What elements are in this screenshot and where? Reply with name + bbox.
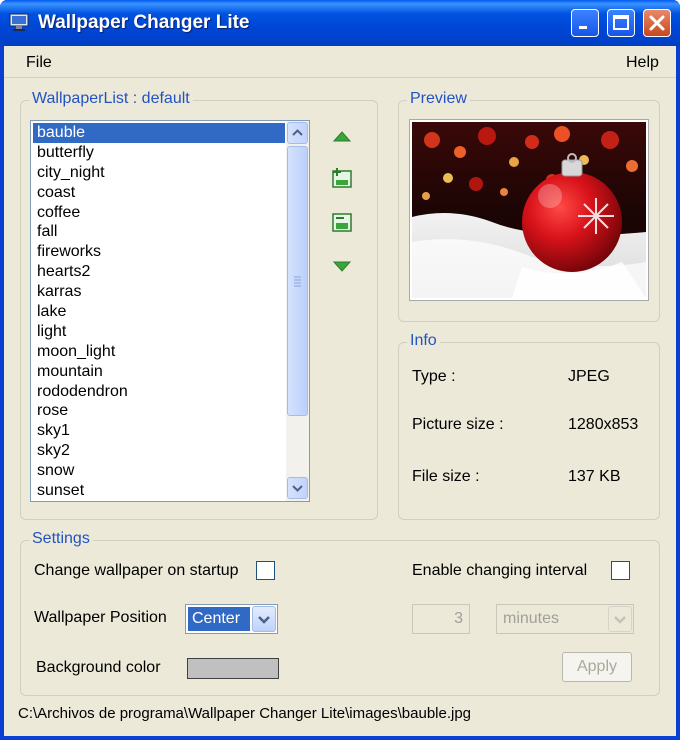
- list-item[interactable]: moon_light: [33, 342, 285, 362]
- list-item[interactable]: bauble: [33, 123, 285, 143]
- minimize-button[interactable]: [571, 9, 599, 37]
- file-size-label: File size :: [412, 468, 480, 485]
- close-icon: [649, 15, 665, 31]
- info-group-label: Info: [407, 332, 440, 350]
- grip-icon: [294, 276, 301, 287]
- menu-file[interactable]: File: [26, 54, 52, 72]
- startup-label: Change wallpaper on startup: [34, 562, 239, 579]
- apply-button[interactable]: Apply: [562, 652, 632, 682]
- interval-unit-select[interactable]: minutes: [496, 604, 634, 634]
- preview-image: [409, 119, 649, 301]
- background-color-swatch[interactable]: [187, 658, 279, 679]
- move-up-button[interactable]: [330, 124, 354, 148]
- type-label: Type :: [412, 368, 456, 385]
- list-item[interactable]: rose: [33, 401, 285, 421]
- interval-label: Enable changing interval: [412, 562, 588, 579]
- interval-checkbox[interactable]: [611, 561, 630, 580]
- chevron-down-icon: [292, 485, 303, 492]
- list-item[interactable]: sky2: [33, 441, 285, 461]
- arrow-down-icon: [332, 261, 352, 272]
- wallpaper-list-group-label: WallpaperList : default: [29, 90, 193, 108]
- list-item[interactable]: hearts2: [33, 262, 285, 282]
- list-item[interactable]: coffee: [33, 203, 285, 223]
- position-select-value: Center: [188, 607, 250, 631]
- position-dropdown-button[interactable]: [252, 606, 276, 632]
- list-item[interactable]: coast: [33, 183, 285, 203]
- list-item[interactable]: city_night: [33, 163, 285, 183]
- picture-size-value: 1280x853: [568, 416, 639, 433]
- remove-wallpaper-button[interactable]: [330, 210, 354, 234]
- wallpaper-listbox[interactable]: bauble butterfly city_night coast coffee fall…: [30, 120, 310, 502]
- preview-group-label: Preview: [407, 90, 470, 108]
- window-title: Wallpaper Changer Lite: [38, 12, 250, 33]
- position-label: Wallpaper Position: [34, 609, 167, 626]
- scroll-down-button[interactable]: [287, 477, 308, 499]
- list-vertical-scrollbar[interactable]: [286, 121, 309, 501]
- chevron-up-icon: [292, 129, 303, 136]
- bauble-ornament-picture: [412, 122, 646, 298]
- client-area: File Help WallpaperList : default bauble…: [4, 46, 676, 736]
- list-item[interactable]: lake: [33, 302, 285, 322]
- list-item[interactable]: fireworks: [33, 242, 285, 262]
- interval-unit-dropdown-button[interactable]: [608, 606, 632, 632]
- move-down-button[interactable]: [330, 254, 354, 278]
- maximize-button[interactable]: [607, 9, 635, 37]
- interval-value-field[interactable]: 3: [412, 604, 470, 634]
- type-value: JPEG: [568, 368, 610, 385]
- interval-unit-value: minutes: [503, 610, 560, 627]
- scroll-up-button[interactable]: [287, 122, 308, 144]
- menu-bar: File Help: [4, 46, 676, 78]
- startup-checkbox[interactable]: [256, 561, 275, 580]
- scroll-thumb[interactable]: [287, 146, 308, 416]
- wallpaper-list-items: bauble butterfly city_night coast coffee fall…: [33, 123, 285, 501]
- list-item[interactable]: light: [33, 322, 285, 342]
- add-image-icon: [332, 168, 352, 188]
- list-item[interactable]: rododendron: [33, 382, 285, 402]
- background-color-label: Background color: [36, 659, 161, 676]
- picture-size-label: Picture size :: [412, 416, 504, 433]
- arrow-up-icon: [332, 131, 352, 142]
- list-item[interactable]: snow: [33, 461, 285, 481]
- remove-image-icon: [332, 213, 352, 232]
- chevron-down-icon: [258, 616, 270, 624]
- maximize-icon: [613, 15, 629, 30]
- position-select[interactable]: Center: [185, 604, 278, 634]
- list-item[interactable]: karras: [33, 282, 285, 302]
- monitor-icon: [9, 13, 29, 31]
- settings-group-label: Settings: [29, 530, 93, 548]
- app-window: Wallpaper Changer Lite File Help Wallpap…: [0, 0, 680, 740]
- list-item[interactable]: sunset: [33, 481, 285, 501]
- status-path: C:\Archivos de programa\Wallpaper Change…: [18, 705, 472, 722]
- list-item[interactable]: butterfly: [33, 143, 285, 163]
- menu-help[interactable]: Help: [626, 54, 659, 72]
- chevron-down-icon: [614, 616, 626, 624]
- minimize-icon: [579, 26, 587, 29]
- file-size-value: 137 KB: [568, 468, 621, 485]
- list-item[interactable]: mountain: [33, 362, 285, 382]
- status-bar: C:\Archivos de programa\Wallpaper Change…: [4, 700, 676, 736]
- add-wallpaper-button[interactable]: [330, 166, 354, 190]
- list-item[interactable]: fall: [33, 222, 285, 242]
- title-bar[interactable]: Wallpaper Changer Lite: [0, 0, 680, 46]
- close-button[interactable]: [643, 9, 671, 37]
- list-item[interactable]: sky1: [33, 421, 285, 441]
